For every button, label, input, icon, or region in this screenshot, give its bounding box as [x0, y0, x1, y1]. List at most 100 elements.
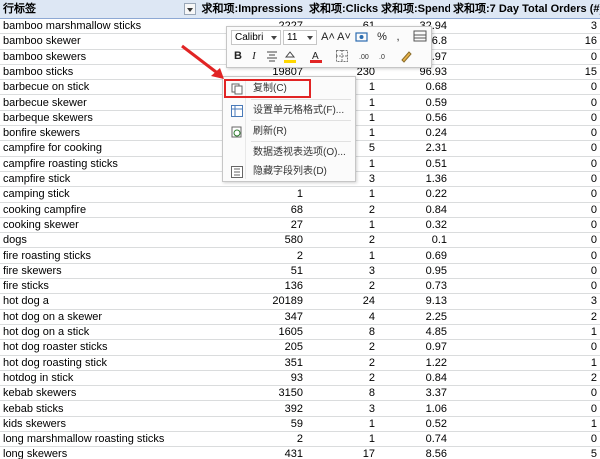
- header-row-labels[interactable]: 行标签: [0, 0, 198, 18]
- orders-cell[interactable]: 2: [450, 371, 600, 385]
- impressions-cell[interactable]: 136: [198, 279, 306, 293]
- orders-cell[interactable]: 3: [450, 19, 600, 33]
- impressions-cell[interactable]: 51: [198, 264, 306, 278]
- impressions-cell[interactable]: 347: [198, 310, 306, 324]
- row-label[interactable]: bamboo marshmallow sticks: [0, 19, 198, 33]
- header-impressions[interactable]: 求和项:Impressions: [198, 0, 306, 18]
- row-label[interactable]: fire sticks: [0, 279, 198, 293]
- clicks-cell[interactable]: 1: [306, 218, 378, 232]
- filter-dropdown-icon[interactable]: [184, 3, 196, 15]
- clicks-cell[interactable]: 1: [306, 249, 378, 263]
- spend-cell[interactable]: 0.68: [378, 80, 450, 94]
- decrease-decimal-icon[interactable]: .00: [359, 49, 373, 63]
- spend-cell[interactable]: 0.56: [378, 111, 450, 125]
- percent-button[interactable]: %: [375, 30, 389, 44]
- row-label[interactable]: long skewers: [0, 447, 198, 459]
- orders-cell[interactable]: 1: [450, 325, 600, 339]
- clicks-cell[interactable]: 8: [306, 386, 378, 400]
- spend-cell[interactable]: 4.85: [378, 325, 450, 339]
- currency-format-icon[interactable]: [355, 30, 369, 44]
- increase-decimal-icon[interactable]: .0: [379, 49, 393, 63]
- impressions-cell[interactable]: 205: [198, 340, 306, 354]
- comma-style-button[interactable]: ,: [391, 30, 405, 44]
- format-painter-icon[interactable]: [413, 30, 427, 44]
- orders-cell[interactable]: 1: [450, 417, 600, 431]
- clicks-cell[interactable]: 2: [306, 233, 378, 247]
- orders-cell[interactable]: 0: [450, 111, 600, 125]
- spend-cell[interactable]: 0.74: [378, 432, 450, 446]
- orders-cell[interactable]: 0: [450, 187, 600, 201]
- clicks-cell[interactable]: 4: [306, 310, 378, 324]
- impressions-cell[interactable]: 2: [198, 249, 306, 263]
- menu-item-hide-field-list[interactable]: 隐藏字段列表(D): [225, 162, 353, 181]
- spend-cell[interactable]: 0.84: [378, 203, 450, 217]
- bold-button[interactable]: B: [231, 49, 245, 63]
- row-label[interactable]: dogs: [0, 233, 198, 247]
- orders-cell[interactable]: 0: [450, 402, 600, 416]
- spend-cell[interactable]: 2.25: [378, 310, 450, 324]
- clicks-cell[interactable]: 1: [306, 187, 378, 201]
- spend-cell[interactable]: 0.97: [378, 340, 450, 354]
- orders-cell[interactable]: 0: [450, 340, 600, 354]
- clear-format-icon[interactable]: [399, 49, 413, 63]
- spend-cell[interactable]: 0.52: [378, 417, 450, 431]
- font-name-select[interactable]: Calibri: [231, 30, 281, 45]
- impressions-cell[interactable]: 2: [198, 432, 306, 446]
- impressions-cell[interactable]: 93: [198, 371, 306, 385]
- header-clicks[interactable]: 求和项:Clicks: [306, 0, 378, 18]
- row-label[interactable]: kebab sticks: [0, 402, 198, 416]
- row-label[interactable]: cooking skewer: [0, 218, 198, 232]
- spend-cell[interactable]: 0.69: [378, 249, 450, 263]
- spend-cell[interactable]: 0.22: [378, 187, 450, 201]
- orders-cell[interactable]: 0: [450, 172, 600, 186]
- orders-cell[interactable]: 0: [450, 141, 600, 155]
- clicks-cell[interactable]: 2: [306, 356, 378, 370]
- row-label[interactable]: long marshmallow roasting sticks: [0, 432, 198, 446]
- spend-cell[interactable]: 2.31: [378, 141, 450, 155]
- clicks-cell[interactable]: 1: [306, 417, 378, 431]
- row-label[interactable]: hot dog on a stick: [0, 325, 198, 339]
- orders-cell[interactable]: 16: [450, 34, 600, 48]
- spend-cell[interactable]: 8.56: [378, 447, 450, 459]
- clicks-cell[interactable]: 2: [306, 340, 378, 354]
- row-label[interactable]: hotdog in stick: [0, 371, 198, 385]
- orders-cell[interactable]: 0: [450, 50, 600, 64]
- spend-cell[interactable]: 0.24: [378, 126, 450, 140]
- increase-font-button[interactable]: A˄: [321, 30, 335, 44]
- row-label[interactable]: campfire roasting sticks: [0, 157, 198, 171]
- impressions-cell[interactable]: 27: [198, 218, 306, 232]
- impressions-cell[interactable]: 20189: [198, 294, 306, 308]
- menu-item-pivot-options[interactable]: 数据透视表选项(O)...: [225, 143, 353, 162]
- orders-cell[interactable]: 0: [450, 264, 600, 278]
- impressions-cell[interactable]: 431: [198, 447, 306, 459]
- spend-cell[interactable]: 0.1: [378, 233, 450, 247]
- spend-cell[interactable]: 0.73: [378, 279, 450, 293]
- row-label[interactable]: kebab skewers: [0, 386, 198, 400]
- impressions-cell[interactable]: 1605: [198, 325, 306, 339]
- row-label[interactable]: hot dog roaster sticks: [0, 340, 198, 354]
- row-label[interactable]: bamboo sticks: [0, 65, 198, 79]
- orders-cell[interactable]: 15: [450, 65, 600, 79]
- row-label[interactable]: bamboo skewers: [0, 50, 198, 64]
- impressions-cell[interactable]: 59: [198, 417, 306, 431]
- impressions-cell[interactable]: 351: [198, 356, 306, 370]
- orders-cell[interactable]: 5: [450, 447, 600, 459]
- impressions-cell[interactable]: 3150: [198, 386, 306, 400]
- align-center-icon[interactable]: [265, 49, 279, 63]
- font-size-select[interactable]: 11: [283, 30, 317, 45]
- row-label[interactable]: fire skewers: [0, 264, 198, 278]
- clicks-cell[interactable]: 3: [306, 264, 378, 278]
- spend-cell[interactable]: 1.36: [378, 172, 450, 186]
- menu-item-refresh[interactable]: 刷新(R): [225, 122, 353, 141]
- decrease-font-button[interactable]: A˅: [337, 30, 351, 44]
- clicks-cell[interactable]: 8: [306, 325, 378, 339]
- row-label[interactable]: campfire stick: [0, 172, 198, 186]
- row-label[interactable]: barbecue on stick: [0, 80, 198, 94]
- spend-cell[interactable]: 0.51: [378, 157, 450, 171]
- menu-item-format-cells[interactable]: 设置单元格格式(F)...: [225, 101, 353, 120]
- spend-cell[interactable]: 0.32: [378, 218, 450, 232]
- spend-cell[interactable]: 0.59: [378, 96, 450, 110]
- clicks-cell[interactable]: 1: [306, 432, 378, 446]
- header-orders[interactable]: 求和项:7 Day Total Orders (#): [450, 0, 600, 18]
- row-label[interactable]: bonfire skewers: [0, 126, 198, 140]
